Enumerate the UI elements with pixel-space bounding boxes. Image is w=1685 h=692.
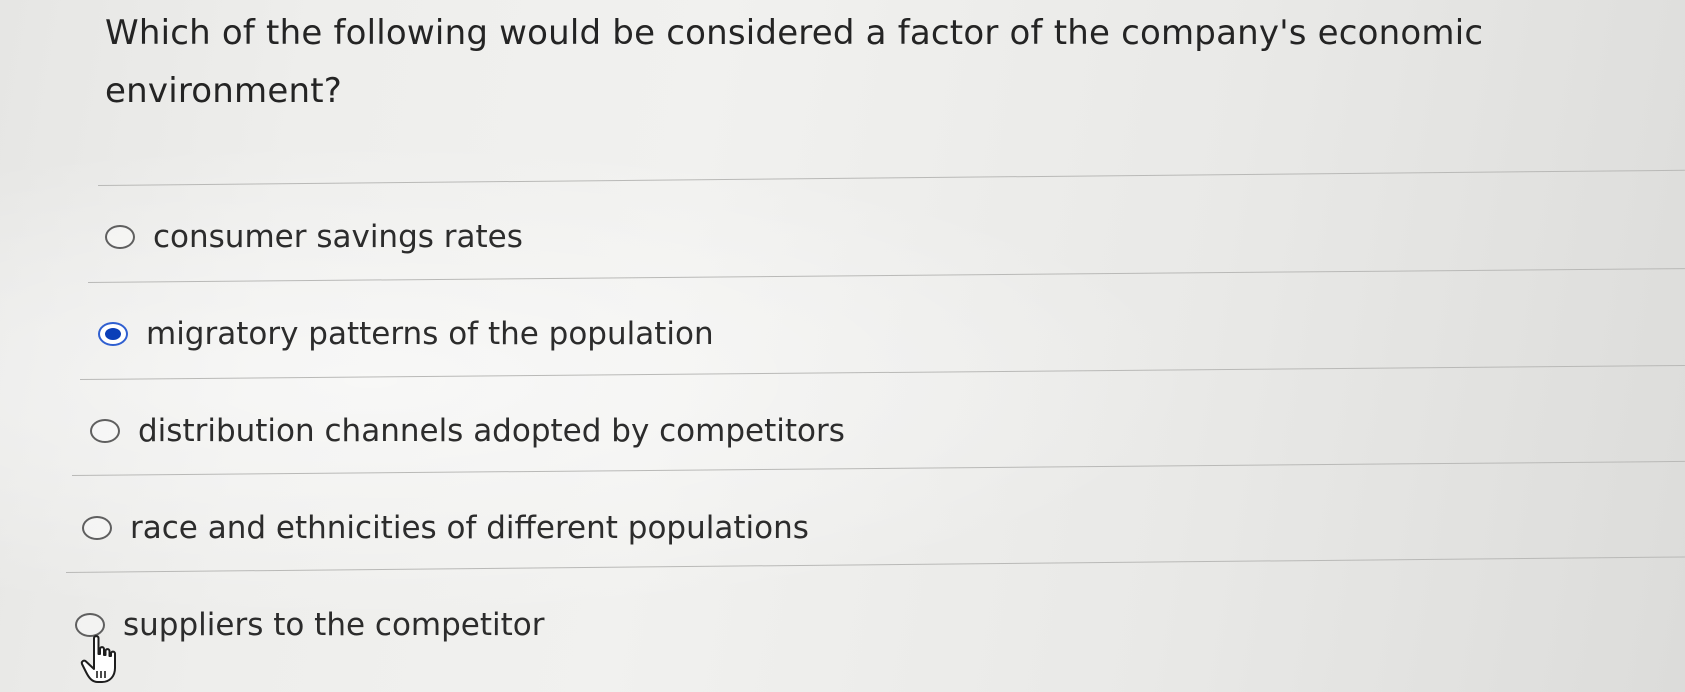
option-race-and-ethnicities[interactable]: race and ethnicities of different popula… bbox=[82, 505, 809, 551]
radio-unchecked-icon[interactable] bbox=[82, 516, 112, 540]
option-label: suppliers to the competitor bbox=[123, 607, 545, 643]
option-label: distribution channels adopted by competi… bbox=[138, 413, 845, 449]
option-distribution-channels[interactable]: distribution channels adopted by competi… bbox=[90, 408, 845, 454]
divider bbox=[97, 169, 1685, 186]
option-suppliers-to-competitor[interactable]: suppliers to the competitor bbox=[75, 602, 545, 648]
radio-checked-icon[interactable] bbox=[98, 322, 128, 346]
divider bbox=[79, 364, 1685, 380]
radio-unchecked-icon[interactable] bbox=[105, 225, 135, 249]
option-label: migratory patterns of the population bbox=[146, 316, 714, 352]
option-label: consumer savings rates bbox=[153, 219, 523, 255]
radio-unchecked-icon[interactable] bbox=[90, 419, 120, 443]
divider bbox=[71, 460, 1685, 476]
divider bbox=[87, 268, 1685, 283]
option-label: race and ethnicities of different popula… bbox=[130, 510, 809, 546]
divider bbox=[65, 556, 1685, 573]
option-consumer-savings-rates[interactable]: consumer savings rates bbox=[105, 214, 523, 260]
hand-pointer-icon bbox=[80, 635, 116, 683]
option-migratory-patterns[interactable]: migratory patterns of the population bbox=[98, 311, 714, 357]
question-text: Which of the following would be consider… bbox=[105, 13, 1484, 111]
